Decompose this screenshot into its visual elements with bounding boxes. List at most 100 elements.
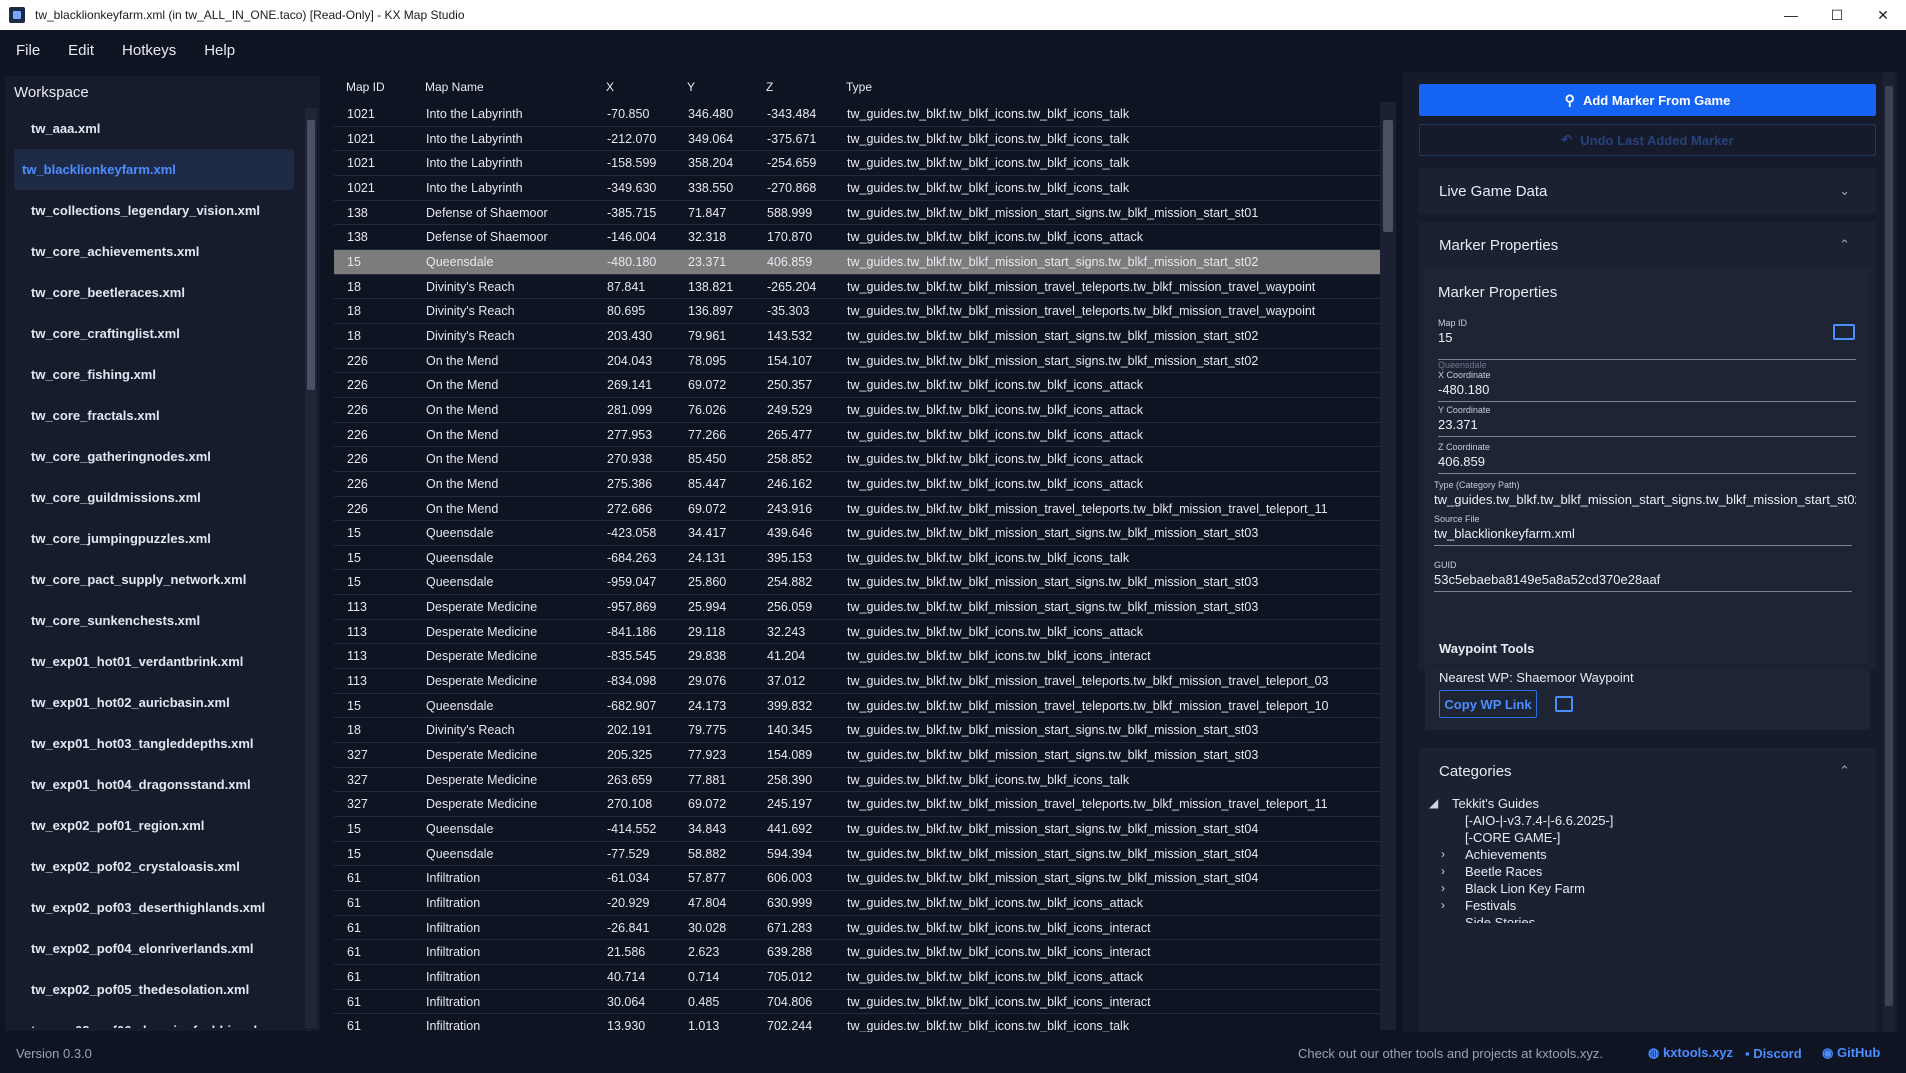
sidebar-file-item[interactable]: tw_exp01_hot02_auricbasin.xml [14, 682, 294, 723]
sidebar-file-item[interactable]: tw_exp01_hot04_dragonsstand.xml [14, 764, 294, 805]
column-header-y[interactable]: Y [687, 80, 695, 94]
chevron-right-icon[interactable]: › [1441, 847, 1445, 861]
table-row[interactable]: 61 Infiltration 13.930 1.013 702.244 tw_guide… [334, 1014, 1385, 1032]
x-coordinate-field[interactable]: Queensdale X Coordinate -480.180 [1438, 360, 1856, 402]
live-game-data-section[interactable]: Live Game Data ⌄ [1419, 168, 1876, 214]
close-button[interactable]: ✕ [1860, 0, 1906, 30]
x-coordinate-value[interactable]: -480.180 [1438, 382, 1856, 401]
kxtools-link[interactable]: ◍ kxtools.xyz [1648, 1045, 1733, 1061]
map-id-field[interactable]: Map ID 15 [1438, 318, 1856, 360]
sidebar-file-item[interactable]: tw_core_achievements.xml [14, 231, 294, 272]
right-panel-scrollbar[interactable] [1883, 72, 1895, 1032]
marker-properties-header[interactable]: Marker Properties ⌃ [1419, 222, 1876, 268]
sidebar-file-item[interactable]: tw_exp01_hot01_verdantbrink.xml [14, 641, 294, 682]
sidebar-file-item[interactable]: tw_core_guildmissions.xml [14, 477, 294, 518]
sidebar-scrollbar[interactable] [305, 108, 317, 1028]
sidebar-file-item[interactable]: tw_core_gatheringnodes.xml [14, 436, 294, 477]
z-coordinate-value[interactable]: 406.859 [1438, 454, 1856, 473]
column-header-z[interactable]: Z [766, 80, 773, 94]
y-coordinate-value[interactable]: 23.371 [1438, 417, 1856, 436]
table-row[interactable]: 61 Infiltration -61.034 57.877 606.003 tw_gui… [334, 866, 1385, 891]
discord-link[interactable]: ▪ Discord [1745, 1046, 1802, 1061]
menu-help[interactable]: Help [190, 42, 249, 59]
menu-file[interactable]: File [0, 42, 54, 59]
sidebar-file-item[interactable]: tw_core_fractals.xml [14, 395, 294, 436]
add-marker-button[interactable]: ⚲ Add Marker From Game [1419, 84, 1876, 116]
table-row[interactable]: 226 On the Mend 204.043 78.095 154.107 tw_gui… [334, 349, 1385, 374]
table-row[interactable]: 226 On the Mend 281.099 76.026 249.529 tw_gui… [334, 398, 1385, 423]
table-scroll-thumb[interactable] [1383, 120, 1393, 232]
category-item[interactable]: Achievements [1465, 847, 1547, 862]
table-row[interactable]: 226 On the Mend 277.953 77.266 265.477 tw_gui… [334, 423, 1385, 448]
table-row[interactable]: 18 Divinity's Reach 87.841 138.821 -265.204 t… [334, 275, 1385, 300]
y-coordinate-field[interactable]: Y Coordinate 23.371 [1438, 405, 1856, 437]
live-game-data-header[interactable]: Live Game Data ⌄ [1419, 168, 1876, 214]
category-item[interactable]: Side Stories [1465, 915, 1535, 923]
table-row[interactable]: 15 Queensdale -423.058 34.417 439.646 tw_guid… [334, 521, 1385, 546]
table-row[interactable]: 18 Divinity's Reach 80.695 136.897 -35.303 tw… [334, 299, 1385, 324]
find-waypoint-map-icon[interactable] [1555, 696, 1573, 712]
column-header-type[interactable]: Type [846, 80, 872, 94]
table-row[interactable]: 61 Infiltration -26.841 30.028 671.283 tw_gui… [334, 916, 1385, 941]
map-id-value[interactable]: 15 [1438, 330, 1856, 359]
category-item[interactable]: Black Lion Key Farm [1465, 881, 1585, 896]
table-row[interactable]: 113 Desperate Medicine -957.869 25.994 256.0… [334, 595, 1385, 620]
category-item[interactable]: [-CORE GAME-] [1465, 830, 1560, 845]
table-row[interactable]: 226 On the Mend 270.938 85.450 258.852 tw_gui… [334, 447, 1385, 472]
categories-header[interactable]: Categories ⌃ [1419, 748, 1876, 794]
table-row[interactable]: 1021 Into the Labyrinth -212.070 349.064 -37… [334, 127, 1385, 152]
sidebar-file-item[interactable]: tw_core_craftinglist.xml [14, 313, 294, 354]
sidebar-file-item[interactable]: tw_exp02_pof05_thedesolation.xml [14, 969, 294, 1010]
table-row[interactable]: 1021 Into the Labyrinth -70.850 346.480 -343… [334, 102, 1385, 127]
sidebar-file-item[interactable]: tw_exp02_pof04_elonriverlands.xml [14, 928, 294, 969]
undo-marker-button[interactable]: ↶ Undo Last Added Marker [1419, 124, 1876, 156]
minimize-button[interactable]: — [1768, 0, 1814, 30]
chevron-right-icon[interactable]: › [1441, 864, 1445, 878]
menu-hotkeys[interactable]: Hotkeys [108, 42, 190, 59]
sidebar-scroll-thumb[interactable] [307, 120, 315, 390]
table-row[interactable]: 113 Desperate Medicine -834.098 29.076 37.01… [334, 669, 1385, 694]
sidebar-file-item[interactable]: tw_aaa.xml [14, 108, 294, 149]
table-row[interactable]: 113 Desperate Medicine -835.545 29.838 41.20… [334, 644, 1385, 670]
table-row[interactable]: 15 Queensdale -684.263 24.131 395.153 tw_guid… [334, 546, 1385, 571]
table-row[interactable]: 18 Divinity's Reach 202.191 79.775 140.345 tw… [334, 718, 1385, 744]
chevron-right-icon[interactable]: › [1441, 898, 1445, 912]
table-row[interactable]: 15 Queensdale -414.552 34.843 441.692 tw_guid… [334, 817, 1385, 842]
chevron-right-icon[interactable]: › [1441, 881, 1445, 895]
sidebar-file-item[interactable]: tw_core_sunkenchests.xml [14, 600, 294, 641]
table-row[interactable]: 138 Defense of Shaemoor -146.004 32.318 170.… [334, 225, 1385, 250]
copy-wp-link-button[interactable]: Copy WP Link [1439, 690, 1537, 718]
category-item[interactable]: Beetle Races [1465, 864, 1542, 879]
column-header-map-id[interactable]: Map ID [346, 80, 385, 94]
type-value[interactable]: tw_guides.tw_blkf.tw_blkf_mission_start_… [1434, 492, 1856, 511]
table-row[interactable]: 15 Queensdale -480.180 23.371 406.859 tw_guid… [334, 249, 1385, 275]
category-item[interactable]: [-AIO-|-v3.7.4-|-6.6.2025-] [1465, 813, 1613, 828]
table-row[interactable]: 61 Infiltration -20.929 47.804 630.999 tw_gui… [334, 891, 1385, 916]
table-row[interactable]: 61 Infiltration 30.064 0.485 704.806 tw_guide… [334, 990, 1385, 1015]
table-row[interactable]: 15 Queensdale -77.529 58.882 594.394 tw_guide… [334, 842, 1385, 867]
sidebar-file-item[interactable]: tw_exp02_pof02_crystaloasis.xml [14, 846, 294, 887]
type-field[interactable]: Type (Category Path) tw_guides.tw_blkf.t… [1434, 480, 1856, 511]
table-row[interactable]: 15 Queensdale -959.047 25.860 254.882 tw_guid… [334, 570, 1385, 596]
sidebar-file-item[interactable]: tw_core_pact_supply_network.xml [14, 559, 294, 600]
sidebar-file-item[interactable]: tw_exp02_pof03_deserthighlands.xml [14, 887, 294, 928]
table-row[interactable]: 226 On the Mend 275.386 85.447 246.162 tw_gui… [334, 472, 1385, 497]
table-row[interactable]: 15 Queensdale -682.907 24.173 399.832 tw_guid… [334, 694, 1385, 719]
column-header-x[interactable]: X [606, 80, 614, 94]
z-coordinate-field[interactable]: Z Coordinate 406.859 [1438, 442, 1856, 474]
menu-edit[interactable]: Edit [54, 42, 108, 59]
table-row[interactable]: 18 Divinity's Reach 203.430 79.961 143.532 tw… [334, 324, 1385, 349]
category-root[interactable]: Tekkit's Guides [1452, 796, 1539, 811]
right-panel-scroll-thumb[interactable] [1885, 86, 1893, 1006]
table-row[interactable]: 226 On the Mend 269.141 69.072 250.357 tw_gui… [334, 373, 1385, 398]
column-header-map-name[interactable]: Map Name [425, 80, 484, 94]
table-row[interactable]: 327 Desperate Medicine 270.108 69.072 245.19… [334, 792, 1385, 818]
github-link[interactable]: ◉ GitHub [1822, 1045, 1880, 1061]
sidebar-file-item[interactable]: tw_core_jumpingpuzzles.xml [14, 518, 294, 559]
table-row[interactable]: 1021 Into the Labyrinth -349.630 338.550 -27… [334, 176, 1385, 201]
table-scrollbar[interactable] [1380, 102, 1396, 1030]
sidebar-file-item[interactable]: tw_exp02_pof06_domainofvabbi.xml [14, 1010, 294, 1028]
table-row[interactable]: 138 Defense of Shaemoor -385.715 71.847 588.… [334, 201, 1385, 226]
maximize-button[interactable]: ☐ [1814, 0, 1860, 30]
collapse-icon[interactable]: ◢ [1429, 796, 1438, 810]
